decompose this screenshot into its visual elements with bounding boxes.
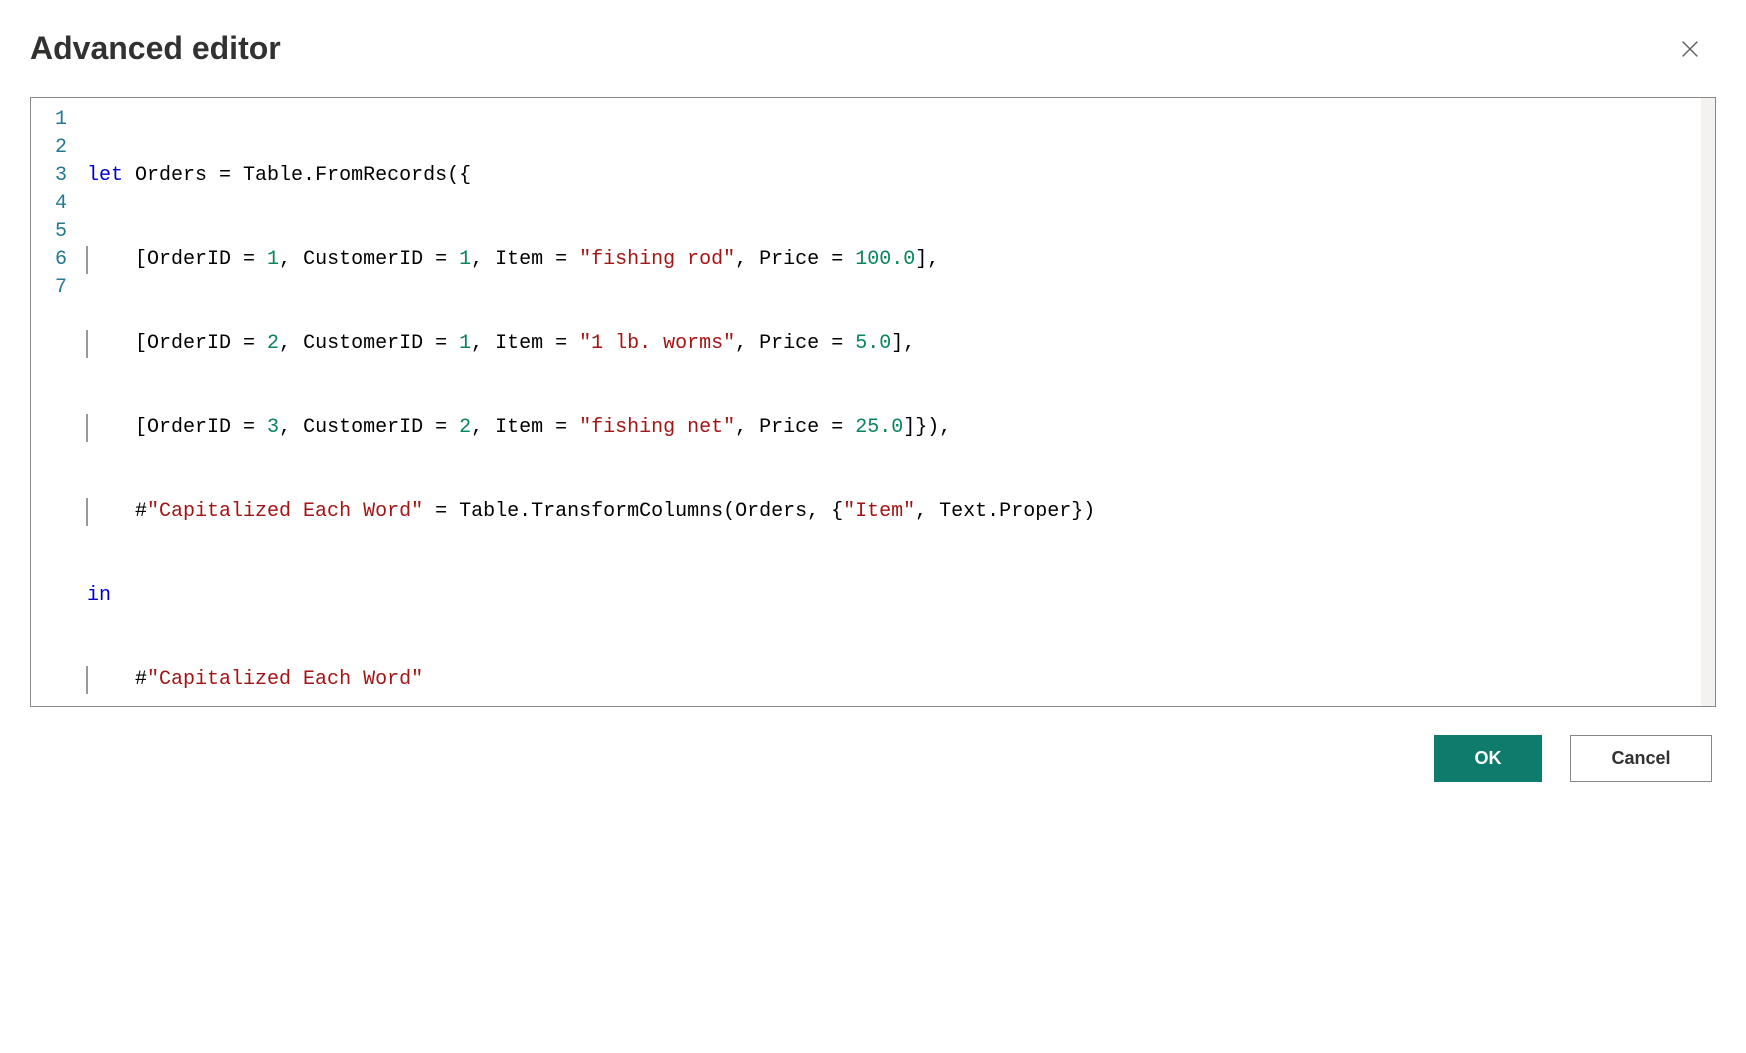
code-text: , CustomerID = [279, 332, 459, 355]
dialog-header: Advanced editor [30, 30, 1716, 67]
number-literal: 2 [459, 416, 471, 439]
code-editor[interactable]: 1 2 3 4 5 6 7 let Orders = Table.FromRec… [30, 97, 1716, 707]
number-literal: 5.0 [855, 332, 891, 355]
code-line: [OrderID = 3, CustomerID = 2, Item = "fi… [87, 414, 1715, 442]
number-literal: 1 [459, 248, 471, 271]
dialog-title: Advanced editor [30, 30, 281, 67]
vertical-scrollbar[interactable] [1701, 98, 1715, 706]
cursor-indicator [86, 414, 88, 442]
code-line: let Orders = Table.FromRecords({ [87, 162, 1715, 190]
close-button[interactable] [1674, 33, 1706, 65]
string-literal: "Capitalized Each Word" [147, 668, 423, 691]
cursor-indicator [86, 498, 88, 526]
cursor-indicator [86, 246, 88, 274]
line-number: 7 [55, 274, 67, 302]
close-icon [1679, 38, 1701, 60]
string-literal: "1 lb. worms" [579, 332, 735, 355]
number-literal: 25.0 [855, 416, 903, 439]
line-number: 5 [55, 218, 67, 246]
line-number: 3 [55, 162, 67, 190]
code-line: #"Capitalized Each Word" [87, 666, 1715, 694]
line-number: 2 [55, 134, 67, 162]
code-line: [OrderID = 2, CustomerID = 1, Item = "1 … [87, 330, 1715, 358]
code-text: ]}), [903, 416, 951, 439]
number-literal: 100.0 [855, 248, 915, 271]
code-text: , Price = [735, 416, 855, 439]
code-line: [OrderID = 1, CustomerID = 1, Item = "fi… [87, 246, 1715, 274]
string-literal: "Item" [843, 500, 915, 523]
string-literal: "Capitalized Each Word" [147, 500, 423, 523]
line-number: 1 [55, 106, 67, 134]
code-text: # [87, 500, 147, 523]
code-line: in [87, 582, 1715, 610]
code-text: ], [891, 332, 915, 355]
editor-content: 1 2 3 4 5 6 7 let Orders = Table.FromRec… [31, 106, 1715, 707]
ok-button[interactable]: OK [1434, 735, 1542, 782]
number-literal: 1 [459, 332, 471, 355]
code-text: # [87, 668, 147, 691]
code-text: [OrderID = [87, 248, 267, 271]
string-literal: "fishing net" [579, 416, 735, 439]
line-number-gutter: 1 2 3 4 5 6 7 [31, 106, 87, 707]
dialog-footer: OK Cancel [30, 735, 1712, 782]
code-text: = Table.TransformColumns(Orders, { [423, 500, 843, 523]
line-number: 4 [55, 190, 67, 218]
code-text: , CustomerID = [279, 416, 459, 439]
number-literal: 1 [267, 248, 279, 271]
code-text: [OrderID = [87, 416, 267, 439]
code-text: Orders = Table.FromRecords({ [123, 164, 471, 187]
code-line: #"Capitalized Each Word" = Table.Transfo… [87, 498, 1715, 526]
cursor-indicator [86, 330, 88, 358]
line-number: 6 [55, 246, 67, 274]
string-literal: "fishing rod" [579, 248, 735, 271]
code-text: , CustomerID = [279, 248, 459, 271]
keyword: in [87, 584, 111, 607]
code-text: , Text.Proper}) [915, 500, 1095, 523]
cancel-button[interactable]: Cancel [1570, 735, 1712, 782]
number-literal: 2 [267, 332, 279, 355]
code-text: [OrderID = [87, 332, 267, 355]
code-text: ], [915, 248, 939, 271]
code-text: , Item = [471, 248, 579, 271]
number-literal: 3 [267, 416, 279, 439]
code-text: , Price = [735, 248, 855, 271]
cursor-indicator [86, 666, 88, 694]
code-text: , Price = [735, 332, 855, 355]
code-text-area[interactable]: let Orders = Table.FromRecords({ [OrderI… [87, 106, 1715, 707]
keyword: let [87, 164, 123, 187]
code-text: , Item = [471, 332, 579, 355]
advanced-editor-dialog: Advanced editor 1 2 3 4 5 6 7 let Orders… [30, 30, 1716, 782]
code-text: , Item = [471, 416, 579, 439]
